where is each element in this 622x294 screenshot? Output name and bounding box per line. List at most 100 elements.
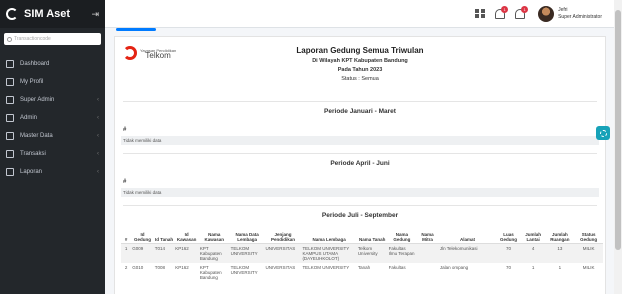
table-row: 2 G010 T008 KP162 KPT Kabupaten Bandung TELKO… xyxy=(121,263,603,282)
sidebar-search-placeholder: Transactioncode xyxy=(14,36,51,42)
chevron-left-icon: ‹ xyxy=(97,97,99,103)
brand[interactable]: SIM Aset ⇥ xyxy=(0,0,105,28)
report-year: Pada Tahun 2023 xyxy=(337,67,383,73)
table-cell: 1 xyxy=(531,265,535,270)
period-title: Periode Januari - Maret xyxy=(324,108,396,115)
sidebar-item-super-admin[interactable]: Super Admin ‹ xyxy=(0,91,105,109)
main-content: Yayasan Pendidikan Telkom Laporan Gedung… xyxy=(105,28,614,294)
table-row: 1 G009 T014 KP162 KPT Kabupaten Bandung TELKO… xyxy=(121,243,603,263)
sidebar-item-admin[interactable]: Admin ‹ xyxy=(0,109,105,127)
pin-icon[interactable]: ⇥ xyxy=(91,9,99,20)
column-header: Nama Lembaga xyxy=(301,231,357,244)
home-icon xyxy=(6,60,14,68)
id-card-icon xyxy=(6,78,14,86)
user-menu[interactable]: Jefri Super Administrator xyxy=(558,7,602,21)
column-header: Jenjang Pendidikan xyxy=(264,231,302,244)
sidebar-item-label: Super Admin xyxy=(20,97,55,103)
table-cell: 4 xyxy=(520,243,546,263)
chevron-left-icon: ‹ xyxy=(97,169,99,175)
sidebar-item-dashboard[interactable]: Dashboard xyxy=(0,55,105,73)
notifications-bell-icon[interactable]: 1 xyxy=(495,5,509,19)
table-cell: UNIVERSITAS xyxy=(265,265,296,270)
table-cell: UNIVERSITAS xyxy=(264,243,302,263)
table-cell: MILIK xyxy=(574,243,603,263)
table-cell: MILIK xyxy=(582,265,595,270)
column-header: Jumlah Lantai xyxy=(520,231,546,244)
sidebar-item-my-profil[interactable]: My Profil xyxy=(0,73,105,91)
column-header: Status Gedung xyxy=(574,231,603,244)
divider xyxy=(123,205,597,206)
table-cell: G010 xyxy=(132,265,144,270)
table-cell: KP162 xyxy=(174,243,199,263)
message-badge: 1 xyxy=(521,5,529,13)
empty-data-row: Tidak memiliki data xyxy=(121,188,599,197)
sidebar-item-label: Admin xyxy=(20,115,38,121)
column-header: Nama Tanah xyxy=(356,231,388,244)
report-title: Laporan Gedung Semua Triwulan xyxy=(296,46,424,55)
column-header: Nama Gedung xyxy=(387,231,417,244)
sidebar-item-transaksi[interactable]: Transaksi ‹ xyxy=(0,145,105,163)
table-cell: T008 xyxy=(154,265,166,270)
chevron-left-icon: ‹ xyxy=(97,151,99,157)
sidebar-item-master-data[interactable]: Master Data ‹ xyxy=(0,127,105,145)
app-root: SIM Aset ⇥ Transactioncode Dashboard My … xyxy=(0,0,622,294)
column-header: Alamat xyxy=(438,231,497,244)
table-cell: 70 xyxy=(496,243,521,263)
column-header: Nama Kawasan xyxy=(198,231,230,244)
table-cell: TELKOM UNIVERSITY xyxy=(302,265,350,270)
table-cell: TELKOM UNIVERSITY xyxy=(229,243,265,263)
report-subtitle: Di Wilayah KPT Kabupaten Bandung xyxy=(312,58,408,64)
chevron-left-icon: ‹ xyxy=(97,133,99,139)
table-cell: 2 xyxy=(124,265,128,270)
table-cell: 13 xyxy=(545,243,575,263)
column-header: # xyxy=(121,231,132,244)
sidebar-search-input[interactable]: Transactioncode xyxy=(4,33,101,45)
column-header: Id Gedung xyxy=(131,231,154,244)
period-title: Periode Juli - September xyxy=(321,212,399,219)
table-cell: T014 xyxy=(153,243,175,263)
chevron-left-icon: ‹ xyxy=(97,115,99,121)
column-header: Jumlah Ruangan xyxy=(545,231,575,244)
search-icon xyxy=(7,36,12,42)
building-table: # Id Gedung Id Tanah Id Kawasan Nama Kawasan… xyxy=(121,231,603,282)
table-cell: Fakultas xyxy=(388,265,406,270)
logo-name-text: Telkom xyxy=(145,51,171,60)
table-cell: Fakultas Ilmu Terapan xyxy=(387,243,417,263)
sidebar-item-label: Master Data xyxy=(20,133,53,139)
column-header: Id Kawasan xyxy=(174,231,199,244)
user-icon xyxy=(6,114,14,122)
report-icon xyxy=(6,168,14,176)
table-cell: Jln Telekomunikasi xyxy=(438,243,497,263)
table-cell: 1 xyxy=(558,265,562,270)
scrollbar-thumb[interactable] xyxy=(615,10,621,250)
messages-icon[interactable]: 1 xyxy=(515,5,529,19)
table-body: 1 G009 T014 KP162 KPT Kabupaten Bandung TELKO… xyxy=(121,243,603,283)
apps-grid-icon[interactable] xyxy=(475,8,485,19)
table-cell: 70 xyxy=(506,265,512,270)
table-cell: Jalan ompang xyxy=(439,265,469,270)
telkom-logo-icon xyxy=(123,46,137,60)
table-cell xyxy=(416,243,439,263)
sidebar-item-laporan[interactable]: Laporan ‹ xyxy=(0,163,105,181)
sidebar: SIM Aset ⇥ Transactioncode Dashboard My … xyxy=(0,0,105,294)
divider xyxy=(123,153,597,154)
column-header: Nama Data Lembaga xyxy=(229,231,265,244)
table-cell: Telkom University xyxy=(356,243,388,263)
empty-data-row: Tidak memiliki data xyxy=(121,136,599,145)
table-cell: TELKOM UNIVERSITY xyxy=(230,265,258,275)
table-index-header: # xyxy=(123,179,127,185)
database-icon xyxy=(6,132,14,140)
table-header-row: # Id Gedung Id Tanah Id Kawasan Nama Kawasan… xyxy=(121,231,603,244)
table-cell: KP162 xyxy=(175,265,189,270)
scrollbar[interactable] xyxy=(614,0,622,294)
active-tab-indicator xyxy=(116,28,156,31)
settings-button[interactable] xyxy=(596,126,610,140)
avatar[interactable] xyxy=(538,5,555,22)
user-name: Jefri xyxy=(558,6,568,13)
user-role: Super Administrator xyxy=(558,13,602,20)
table-cell: KPT Kabupaten Bandung xyxy=(198,243,230,263)
sidebar-item-label: Transaksi xyxy=(20,151,46,157)
table-cell: 1 xyxy=(121,243,132,263)
column-header: Id Tanah xyxy=(153,231,175,244)
brand-logo-icon xyxy=(6,8,18,20)
